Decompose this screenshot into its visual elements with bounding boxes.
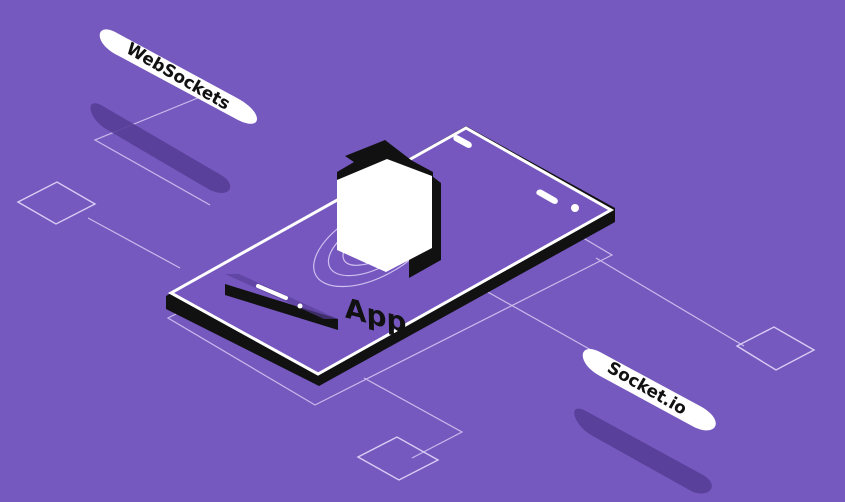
socketio-pill-label: Socket.io: [604, 358, 691, 420]
websockets-pill: WebSockets: [99, 29, 258, 124]
socketio-connector: [469, 281, 601, 356]
square-node-icon: [735, 326, 816, 371]
camera-dot: [571, 204, 579, 212]
right-node-connector: [595, 257, 745, 347]
square-node-icon: [16, 181, 97, 225]
phone-connection-illustration: WebSockets Socket.io App: [16, 29, 816, 494]
socketio-pill: Socket.io: [582, 349, 716, 431]
app-tile-face: [337, 159, 432, 272]
websockets-shadow: [90, 103, 231, 193]
square-node-icon: [356, 436, 440, 481]
illustration-scene: WebSockets Socket.io App: [0, 0, 845, 502]
left-node-connector: [87, 217, 181, 269]
websockets-pill-label: WebSockets: [123, 39, 234, 115]
